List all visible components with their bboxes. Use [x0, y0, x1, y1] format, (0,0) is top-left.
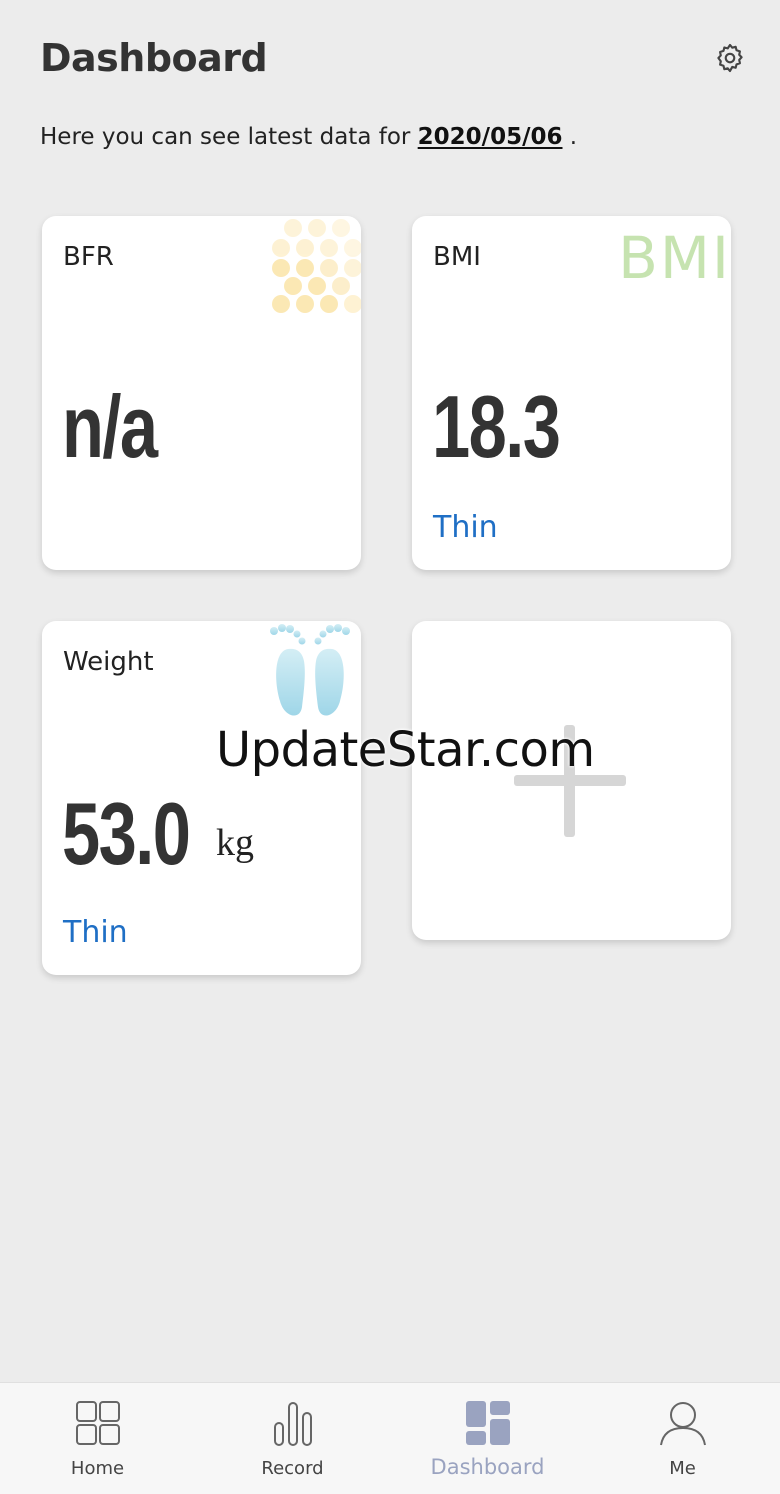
nav-item-record[interactable]: Record — [195, 1383, 390, 1494]
watermark: UpdateStar.com — [216, 722, 595, 778]
bmi-status: Thin — [433, 510, 498, 545]
bmi-value: 18.3 — [432, 377, 561, 476]
bfr-label: BFR — [63, 242, 114, 272]
person-icon — [659, 1402, 706, 1446]
dots-decoration-icon — [272, 219, 361, 313]
nav-label-me: Me — [669, 1458, 696, 1479]
bfr-value: n/a — [62, 377, 158, 476]
page-title: Dashboard — [40, 36, 268, 80]
add-card-button[interactable] — [412, 621, 731, 940]
weight-status: Thin — [63, 915, 128, 950]
date-link[interactable]: 2020/05/06 — [418, 124, 563, 150]
weight-card[interactable]: Weight 53.0 kg Thin — [42, 621, 361, 975]
nav-label-dashboard: Dashboard — [430, 1455, 545, 1479]
subtitle-prefix: Here you can see latest data for — [40, 124, 418, 150]
bmi-watermark: BMI — [618, 224, 731, 292]
footprints-icon — [270, 624, 350, 716]
weight-unit: kg — [216, 822, 254, 864]
nav-label-home: Home — [70, 1458, 125, 1479]
nav-item-dashboard[interactable]: Dashboard — [390, 1383, 585, 1494]
subtitle-suffix: . — [562, 124, 578, 150]
bar-chart-icon — [273, 1402, 312, 1446]
nav-item-me[interactable]: Me — [585, 1383, 780, 1494]
gear-icon — [717, 43, 743, 73]
settings-button[interactable] — [708, 36, 752, 80]
nav-item-home[interactable]: Home — [0, 1383, 195, 1494]
home-grid-icon — [75, 1401, 120, 1445]
bmi-card[interactable]: BMI BMI 18.3 Thin — [412, 216, 731, 570]
dashboard-icon — [465, 1401, 510, 1445]
bmi-label: BMI — [433, 242, 481, 272]
bottom-nav: Home Record Dashboard Me — [0, 1382, 780, 1494]
subtitle: Here you can see latest data for 2020/05… — [40, 124, 577, 150]
weight-value: 53.0 — [62, 784, 191, 883]
weight-label: Weight — [63, 647, 154, 677]
nav-label-record: Record — [261, 1458, 324, 1479]
bfr-card[interactable]: BFR n/a — [42, 216, 361, 570]
